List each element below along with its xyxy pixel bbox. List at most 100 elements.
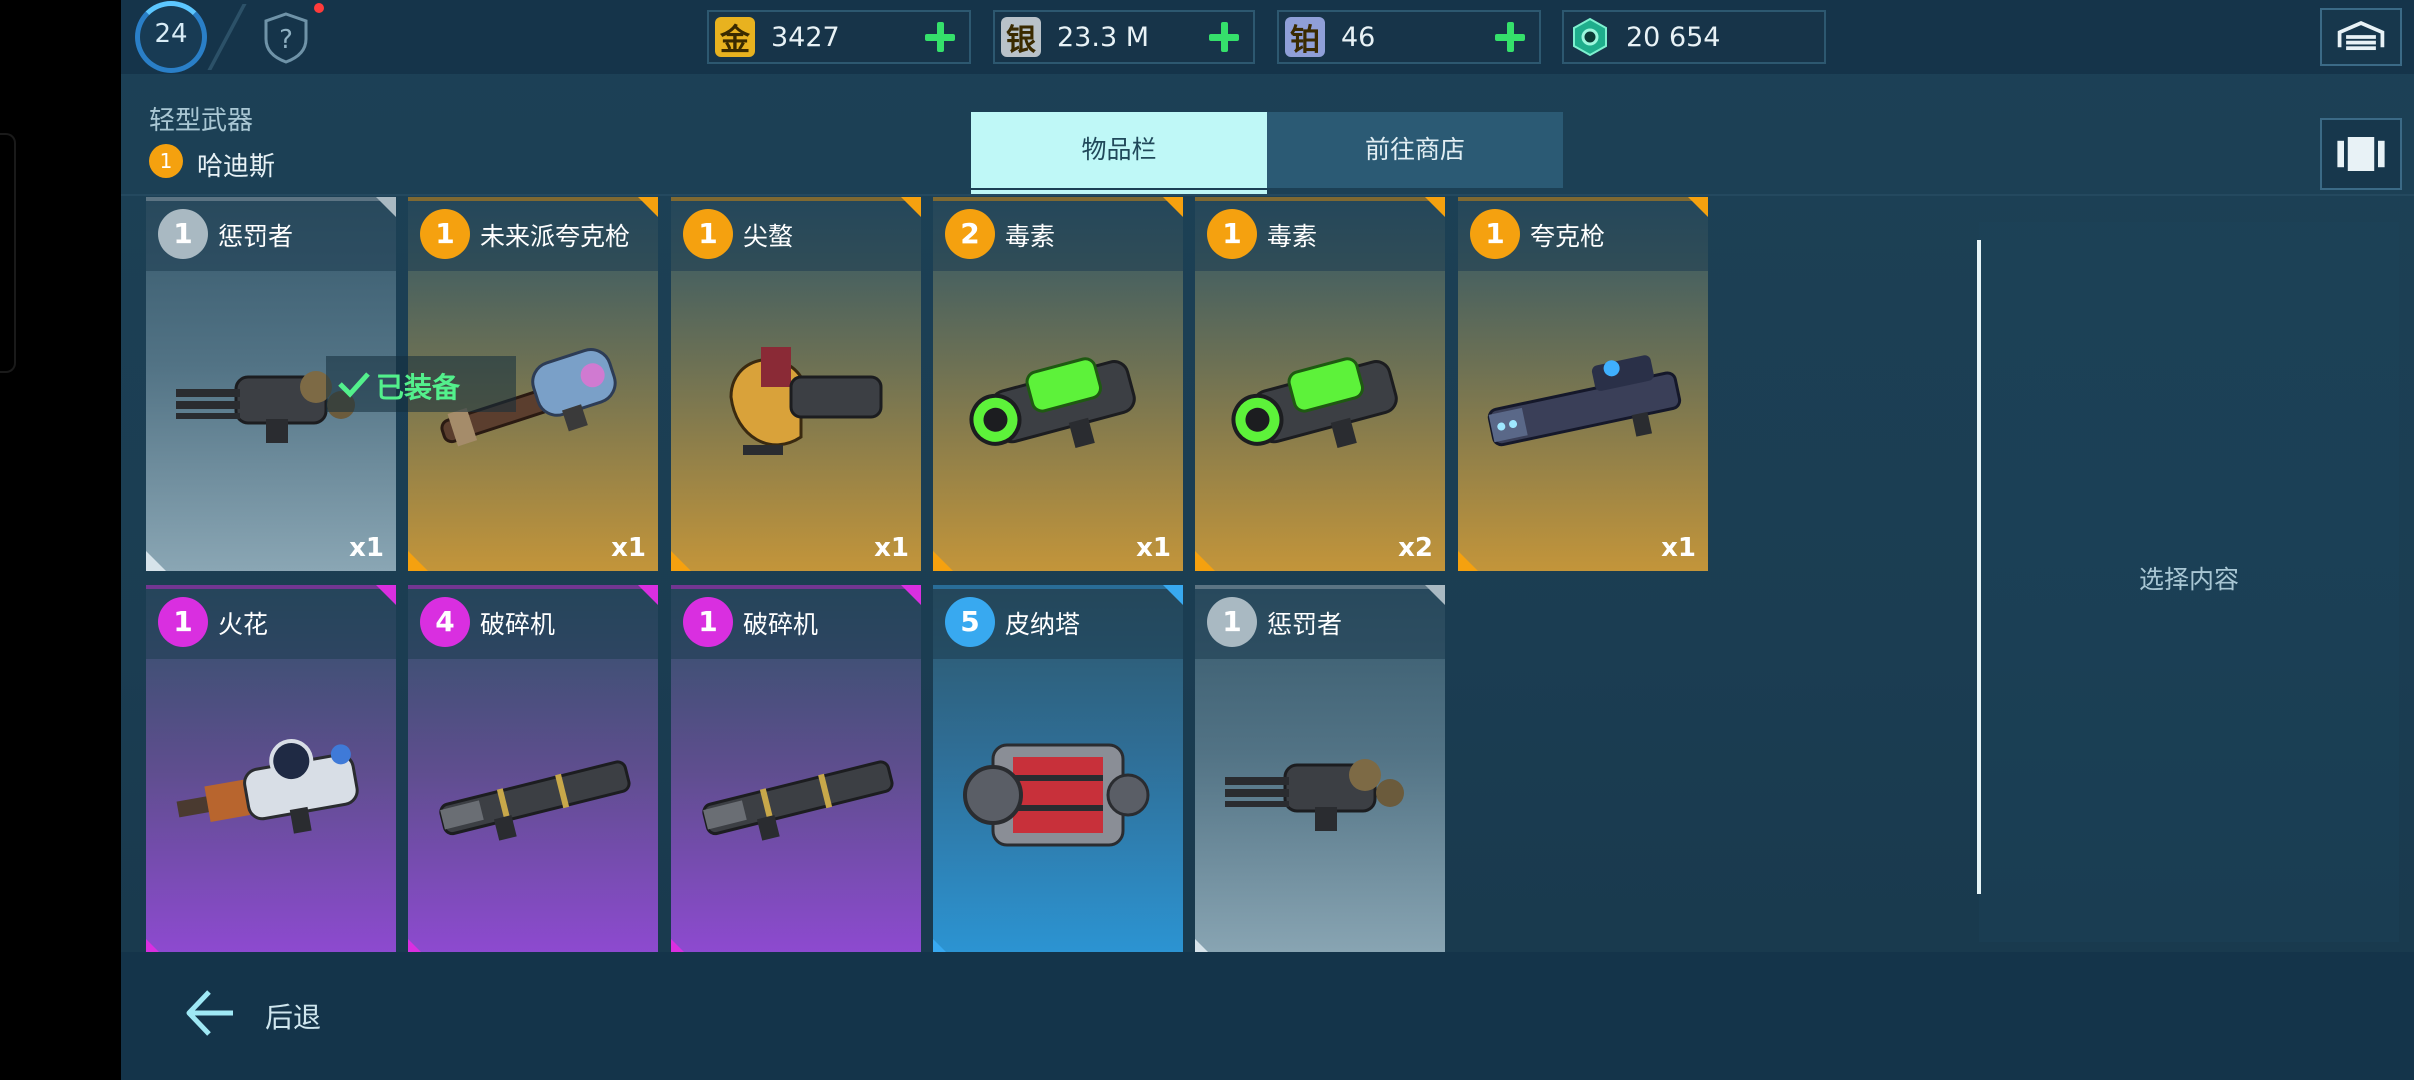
- pincer-weapon-icon: [729, 347, 883, 455]
- platinum-coin-icon: 铂: [1285, 17, 1325, 58]
- item-level-badge: 1: [1207, 597, 1257, 647]
- gold-amount: 3427: [771, 22, 840, 53]
- rarity-corner: [1195, 551, 1215, 571]
- item-level-badge: 1: [420, 209, 470, 259]
- spark-weapon-icon: [176, 739, 359, 834]
- item-card[interactable]: 5 皮纳塔: [933, 585, 1183, 959]
- silver-amount: 23.3 M: [1057, 22, 1149, 53]
- rarity-corner: [1163, 585, 1183, 605]
- svg-text:?: ?: [279, 25, 293, 55]
- notification-dot: [314, 3, 324, 13]
- item-level-badge: 1: [1207, 209, 1257, 259]
- rarity-corner: [1688, 197, 1708, 217]
- item-level-badge: 1: [158, 597, 208, 647]
- minigun-weapon-icon: [1225, 759, 1404, 831]
- divider: [207, 4, 247, 70]
- platinum-amount: 46: [1341, 22, 1376, 53]
- item-quantity: x1: [349, 533, 384, 563]
- rarity-corner: [1425, 585, 1445, 605]
- tab-inventory[interactable]: 物品栏: [971, 112, 1267, 194]
- item-card[interactable]: 1 夸克枪 x1: [1458, 197, 1708, 571]
- item-name: 皮纳塔: [1005, 610, 1081, 639]
- item-card[interactable]: 1 尖螯 x1: [671, 197, 921, 571]
- item-card[interactable]: 2 毒素 x1: [933, 197, 1183, 571]
- rarity-corner: [408, 551, 428, 571]
- view-toggle-button[interactable]: [2320, 118, 2402, 190]
- quark-rifle-weapon-icon: [1487, 355, 1682, 447]
- garage-icon: [2337, 21, 2385, 51]
- rarity-corner: [901, 585, 921, 605]
- item-level-badge: 4: [420, 597, 470, 647]
- item-quantity: x2: [1398, 533, 1433, 563]
- gold-coin-icon: 金: [715, 17, 755, 58]
- equipped-label: 已装备: [376, 371, 461, 404]
- game-screen: 24 ? 金 3427 银 23.3 M 铂 46 20 654 轻型武器 1 …: [121, 0, 2414, 1080]
- rarity-corner: [1425, 197, 1445, 217]
- rarity-corner: [376, 197, 396, 217]
- garage-button[interactable]: [2320, 8, 2402, 66]
- key-token-icon: [1573, 17, 1607, 57]
- device-bezel-notch: [0, 133, 16, 373]
- item-name: 毒素: [1005, 222, 1056, 251]
- item-level-badge: 5: [945, 597, 995, 647]
- item-level-badge: 1: [1470, 209, 1520, 259]
- key-amount: 20 654: [1626, 22, 1721, 53]
- bottom-bar: [121, 952, 2414, 1080]
- item-level-badge: 1: [683, 597, 733, 647]
- rarity-corner: [901, 197, 921, 217]
- rarity-corner: [1163, 197, 1183, 217]
- tab-shop[interactable]: 前往商店: [1267, 112, 1563, 188]
- add-platinum-button[interactable]: [1491, 18, 1529, 56]
- rarity-corner: [671, 551, 691, 571]
- player-level-badge[interactable]: 24: [129, 0, 211, 74]
- character-name: 哈迪斯: [197, 152, 276, 182]
- equipped-indicator: 已装备: [326, 356, 516, 412]
- shredder-weapon-icon: [702, 760, 894, 841]
- back-arrow-icon[interactable]: [183, 988, 237, 1038]
- item-level-badge: 1: [683, 209, 733, 259]
- rarity-corner: [146, 551, 166, 571]
- item-card[interactable]: 4 破碎机: [408, 585, 658, 959]
- character-level-badge: 1: [149, 144, 183, 178]
- item-card[interactable]: 1 毒素 x2: [1195, 197, 1445, 571]
- silver-currency: 银 23.3 M: [993, 10, 1255, 64]
- category-title: 轻型武器: [149, 106, 254, 136]
- back-button[interactable]: 后退: [265, 996, 321, 1036]
- rarity-corner: [1458, 551, 1478, 571]
- item-name: 火花: [218, 610, 269, 639]
- item-level-badge: 2: [945, 209, 995, 259]
- add-gold-button[interactable]: [921, 18, 959, 56]
- item-name: 惩罚者: [1267, 610, 1343, 639]
- item-quantity: x1: [1661, 533, 1696, 563]
- add-silver-button[interactable]: [1205, 18, 1243, 56]
- select-content-hint: 选择内容: [2138, 565, 2239, 594]
- item-level-badge: 1: [158, 209, 208, 259]
- item-card[interactable]: 1 破碎机: [671, 585, 921, 959]
- item-name: 破碎机: [480, 610, 556, 639]
- item-quantity: x1: [874, 533, 909, 563]
- item-name: 未来派夸克枪: [480, 222, 631, 251]
- header-divider: [121, 194, 2414, 196]
- rarity-corner: [638, 197, 658, 217]
- item-name: 毒素: [1267, 222, 1318, 251]
- check-icon: [338, 372, 370, 398]
- item-name: 尖螯: [743, 222, 794, 251]
- top-bar: 24 ? 金 3427 银 23.3 M 铂 46 20 654: [121, 0, 2414, 74]
- silver-coin-icon: 银: [1001, 17, 1041, 58]
- help-shield-icon[interactable]: ?: [263, 12, 309, 64]
- pinata-weapon-icon: [963, 743, 1150, 847]
- player-level: 24: [154, 19, 188, 49]
- carousel-view-icon: [2337, 137, 2385, 171]
- item-name: 惩罚者: [218, 222, 294, 251]
- rarity-corner: [638, 585, 658, 605]
- key-currency: 20 654: [1562, 10, 1826, 64]
- rarity-corner: [933, 551, 953, 571]
- gold-currency: 金 3427: [707, 10, 971, 64]
- item-quantity: x1: [611, 533, 646, 563]
- item-card[interactable]: 1 火花: [146, 585, 396, 959]
- item-name: 夸克枪: [1530, 222, 1606, 251]
- rarity-corner: [376, 585, 396, 605]
- item-card[interactable]: 1 惩罚者: [1195, 585, 1445, 959]
- item-name: 破碎机: [743, 610, 819, 639]
- item-quantity: x1: [1136, 533, 1171, 563]
